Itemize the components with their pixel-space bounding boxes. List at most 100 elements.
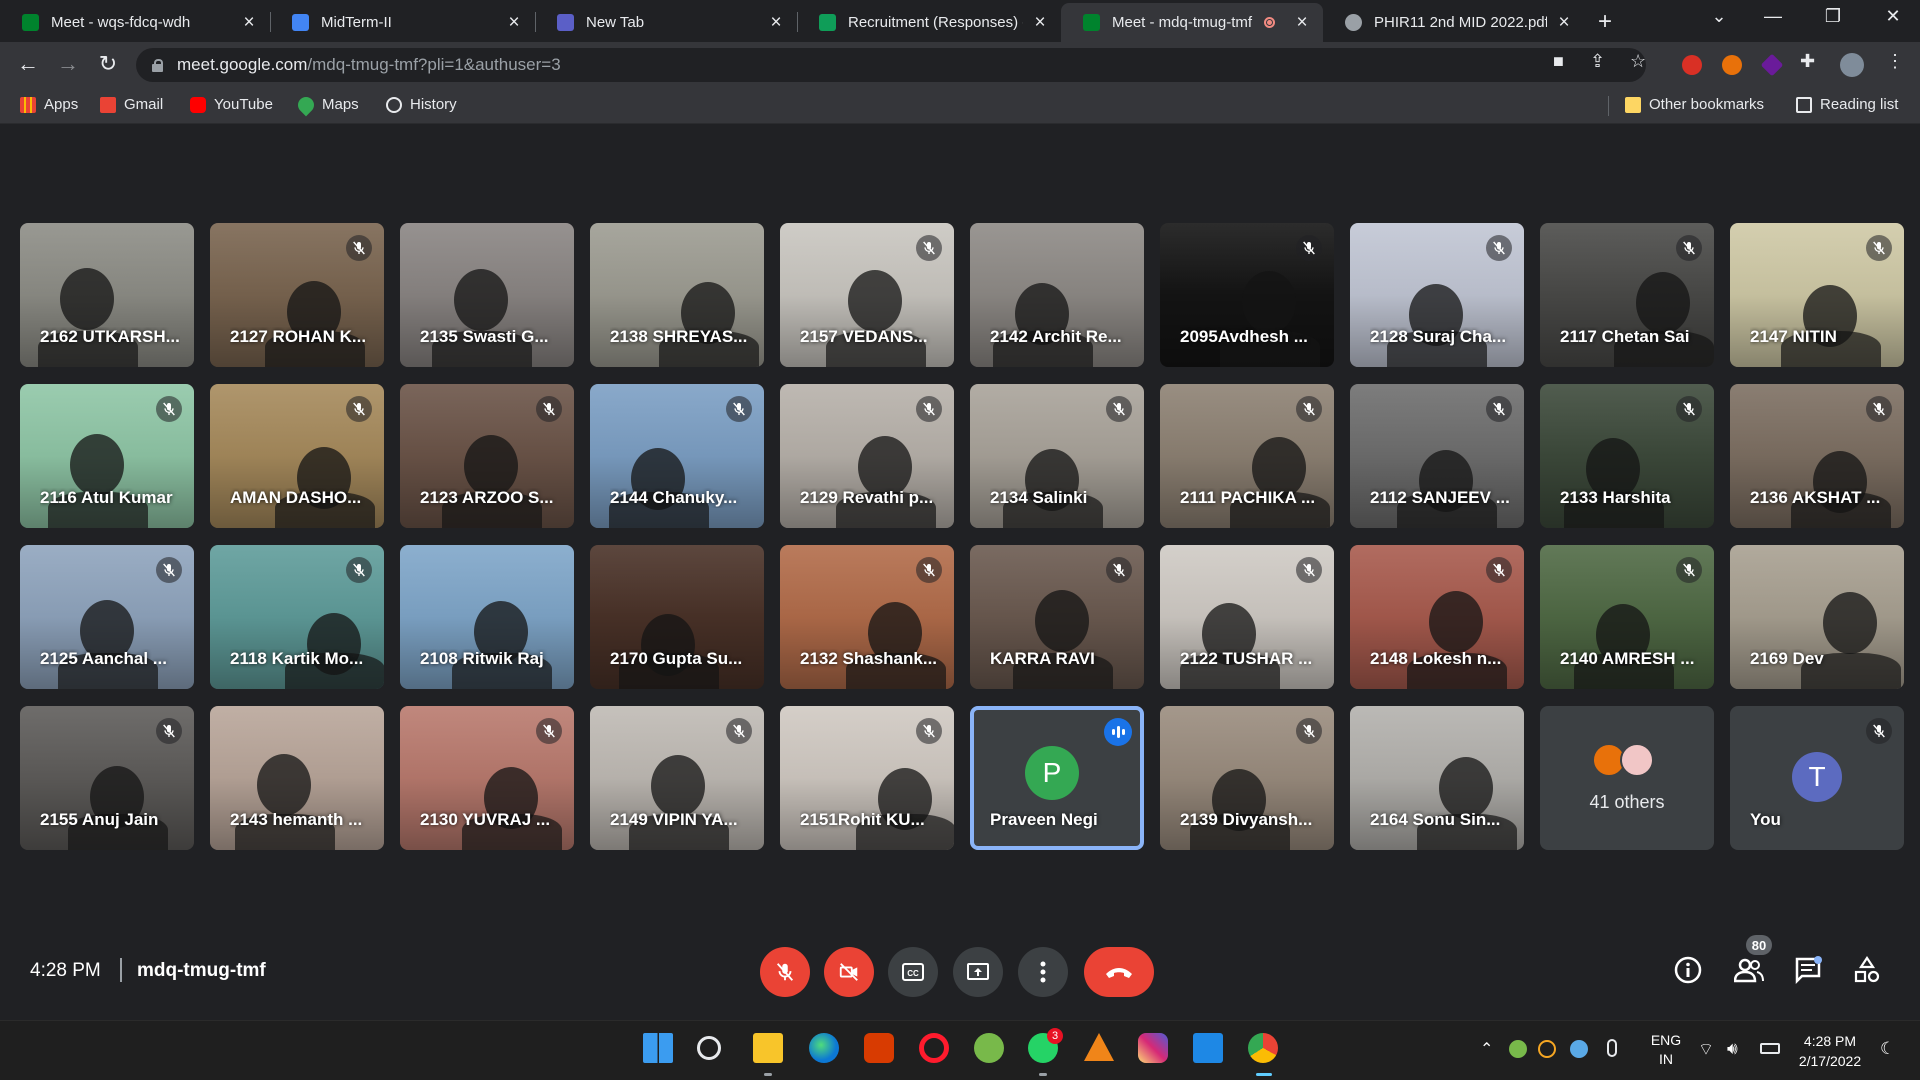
participant-tile[interactable]: 2135 Swasti G... [400,223,574,367]
participant-tile[interactable]: 2164 Sonu Sin... [1350,706,1524,850]
show-hidden-icons[interactable]: ⌃ [1480,1039,1493,1059]
lock-icon[interactable] [152,58,163,72]
wifi-icon[interactable]: ⌔ [1698,1039,1714,1060]
launcher-l-icon[interactable] [1193,1033,1223,1063]
more-options-button[interactable] [1018,947,1068,997]
back-button[interactable]: ← [14,51,42,77]
activities-button[interactable] [1850,953,1884,987]
search-icon[interactable] [697,1036,721,1060]
chrome-menu-icon[interactable]: ⋮ [1886,51,1904,72]
leave-call-button[interactable] [1084,947,1154,997]
chat-button[interactable] [1791,953,1825,987]
participant-tile[interactable]: 2138 SHREYAS... [590,223,764,367]
captions-button[interactable]: CC [888,947,938,997]
system-clock[interactable]: 4:28 PM 2/17/2022 [1790,1031,1870,1071]
participant-tile[interactable]: 2148 Lokesh n... [1350,545,1524,689]
extension-red-icon[interactable] [1682,55,1702,75]
tab-meet-wqs[interactable]: Meet - wqs-fdcq-wdh × [0,3,270,42]
edge-browser-icon[interactable] [809,1033,839,1063]
minimize-button[interactable]: — [1750,6,1796,27]
tab-close-icon[interactable]: × [1555,12,1573,34]
chrome-icon[interactable] [1248,1033,1278,1063]
microphone-tray-icon[interactable] [1607,1039,1617,1057]
participant-tile[interactable]: 2149 VIPIN YA... [590,706,764,850]
participant-tile[interactable]: 2128 Suraj Cha... [1350,223,1524,367]
camera-toggle-button[interactable] [824,947,874,997]
tab-midterm[interactable]: MidTerm-II × [270,3,535,42]
tab-recruitment[interactable]: Recruitment (Responses) - ( × [797,3,1061,42]
participant-tile[interactable]: 2095Avdhesh ... [1160,223,1334,367]
battery-icon[interactable] [1760,1043,1780,1054]
bookmark-history[interactable]: History [386,96,457,113]
participant-tile[interactable]: 2116 Atul Kumar [20,384,194,528]
utorrent-tray-icon[interactable] [1509,1040,1527,1058]
bookmark-gmail[interactable]: Gmail [100,96,163,113]
reload-button[interactable]: ↻ [94,51,122,77]
participant-tile[interactable]: 2132 Shashank... [780,545,954,689]
participant-tile[interactable]: 2111 PACHIKA ... [1160,384,1334,528]
participant-tile[interactable]: 2144 Chanuky... [590,384,764,528]
participant-tile[interactable]: 2155 Anuj Jain [20,706,194,850]
forward-button[interactable]: → [54,51,82,77]
volume-icon[interactable]: 🔊︎ [1727,1039,1738,1059]
participant-tile[interactable]: KARRA RAVI [970,545,1144,689]
participant-tile[interactable]: 2147 NITIN [1730,223,1904,367]
meeting-details-button[interactable] [1671,953,1705,987]
participant-tile[interactable]: 2123 ARZOO S... [400,384,574,528]
address-bar[interactable]: meet.google.com/mdq-tmug-tmf?pli=1&authu… [136,48,1646,82]
maximize-button[interactable]: ❐ [1810,6,1856,27]
close-window-button[interactable]: ✕ [1870,6,1916,27]
instagram-icon[interactable] [1138,1033,1168,1063]
utorrent-icon[interactable] [974,1033,1004,1063]
profile-avatar[interactable] [1840,53,1864,77]
tab-search-icon[interactable]: ⌄ [1696,6,1742,27]
participant-tile[interactable]: 2127 ROHAN K... [210,223,384,367]
participant-tile[interactable]: 2108 Ritwik Raj [400,545,574,689]
language-indicator[interactable]: ENG IN [1648,1031,1684,1069]
bookmark-youtube[interactable]: YouTube [190,96,273,113]
participant-tile[interactable]: 2143 hemanth ... [210,706,384,850]
clock-tray-icon[interactable] [1570,1040,1588,1058]
participant-tile[interactable]: 2139 Divyansh... [1160,706,1334,850]
tab-close-icon[interactable]: × [240,12,258,34]
participant-tile[interactable]: 2142 Archit Re... [970,223,1144,367]
people-button[interactable] [1732,953,1766,987]
participant-tile[interactable]: P Praveen Negi [970,706,1144,850]
participant-tile[interactable]: AMAN DASHO... [210,384,384,528]
camera-in-use-icon[interactable]: ■ [1553,51,1564,72]
participant-tile[interactable]: 2162 UTKARSH... [20,223,194,367]
participant-tile[interactable]: 2157 VEDANS... [780,223,954,367]
participant-tile[interactable]: 2118 Kartik Mo... [210,545,384,689]
vlc-icon[interactable] [1084,1033,1114,1061]
star-bookmark-icon[interactable]: ☆ [1630,51,1646,72]
tab-close-icon[interactable]: × [505,12,523,34]
self-tile[interactable]: T You [1730,706,1904,850]
participant-tile[interactable]: 2130 YUVRAJ ... [400,706,574,850]
windows-start-icon[interactable] [643,1033,673,1063]
participant-tile[interactable]: 2134 Salinki [970,384,1144,528]
reading-list[interactable]: Reading list [1796,96,1898,113]
participant-tile[interactable]: 2151Rohit KU... [780,706,954,850]
new-tab-button[interactable]: + [1598,8,1612,36]
opera-browser-icon[interactable] [919,1033,949,1063]
bookmark-maps[interactable]: Maps [294,93,359,116]
participant-tile[interactable]: 2122 TUSHAR ... [1160,545,1334,689]
tab-new-tab[interactable]: New Tab × [535,3,797,42]
participant-tile[interactable]: 2112 SANJEEV ... [1350,384,1524,528]
others-tile[interactable]: 41 others [1540,706,1714,850]
participant-tile[interactable]: 2136 AKSHAT ... [1730,384,1904,528]
present-screen-button[interactable] [953,947,1003,997]
extension-orange-icon[interactable] [1722,55,1742,75]
extensions-puzzle-icon[interactable]: ✚ [1800,51,1815,72]
office-icon[interactable] [864,1033,894,1063]
tab-meet-mdq[interactable]: Meet - mdq-tmug-tmf × [1061,3,1323,42]
participant-tile[interactable]: 2125 Aanchal ... [20,545,194,689]
file-explorer-icon[interactable] [753,1033,783,1063]
microphone-toggle-button[interactable] [760,947,810,997]
participant-tile[interactable]: 2169 Dev [1730,545,1904,689]
tab-phir11-pdf[interactable]: PHIR11 2nd MID 2022.pdf × [1323,3,1585,42]
participant-tile[interactable]: 2170 Gupta Su... [590,545,764,689]
participant-tile[interactable]: 2129 Revathi p... [780,384,954,528]
tab-close-icon[interactable]: × [767,12,785,34]
bookmark-apps[interactable]: Apps [20,96,78,113]
